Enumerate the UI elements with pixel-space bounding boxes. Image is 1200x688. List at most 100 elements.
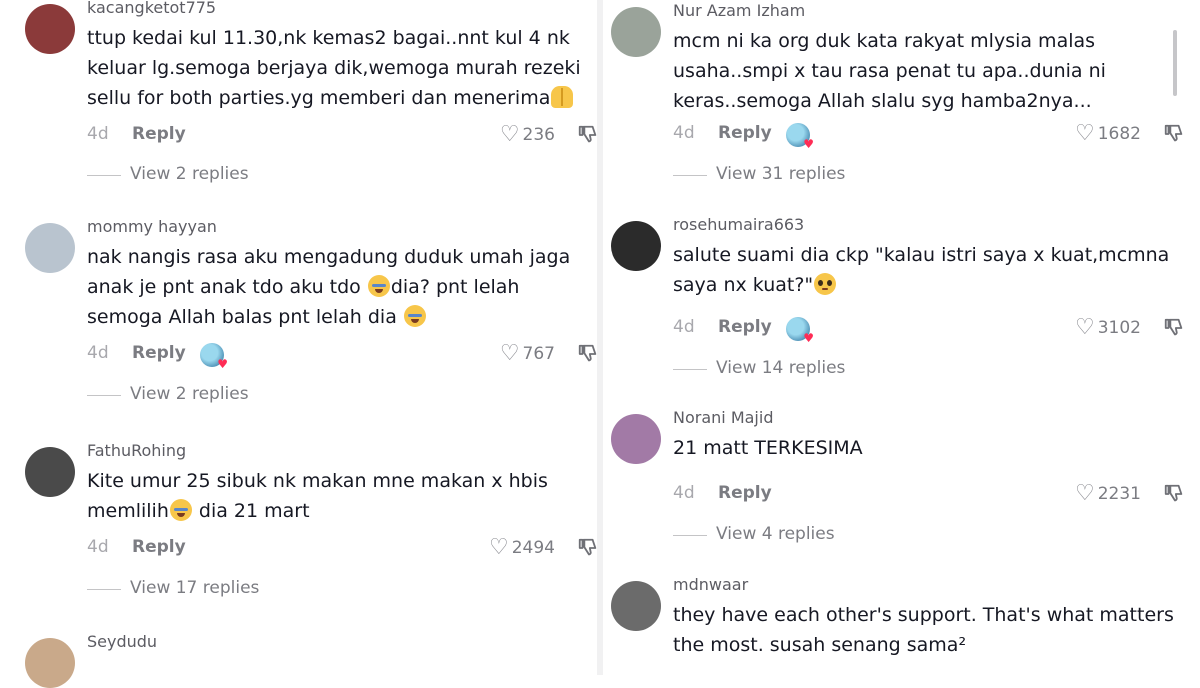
- heart-icon: ♡: [499, 122, 520, 147]
- comment-text: they have each other's support. That's w…: [673, 600, 1178, 660]
- view-replies-button[interactable]: View 4 replies: [673, 524, 973, 546]
- username[interactable]: kacangketot775: [87, 0, 216, 17]
- pleading-face-icon: [814, 273, 837, 295]
- comment-text-run: mcm ni ka org duk kata rakyat mlysia mal…: [673, 30, 1106, 112]
- dislike-icon[interactable]: [577, 537, 599, 559]
- like-button[interactable]: ♡ 2231: [1075, 483, 1141, 505]
- comment-date: 4d: [673, 317, 695, 337]
- comment-item: mommy hayyan nak nangis rasa aku mengadu…: [25, 217, 597, 413]
- view-replies-button[interactable]: View 31 replies: [673, 164, 973, 186]
- heart-icon: ♡: [1075, 121, 1095, 146]
- loudly-crying-icon: [169, 499, 192, 521]
- divider-line: [673, 369, 707, 370]
- creator-liked-icon: [786, 123, 814, 151]
- heart-icon: ♡: [1075, 481, 1095, 506]
- dislike-icon[interactable]: [1163, 123, 1185, 145]
- comment-text-run: 21 matt TERKESIMA: [673, 437, 863, 459]
- heart-icon: ♡: [489, 535, 509, 560]
- avatar[interactable]: [611, 221, 661, 271]
- comment-text: 21 matt TERKESIMA: [673, 433, 1178, 463]
- open-hands-icon: [551, 86, 574, 108]
- dislike-icon[interactable]: [1163, 317, 1185, 339]
- like-button[interactable]: ♡ 3102: [1075, 317, 1141, 339]
- comment-item: mdnwaar they have each other's support. …: [611, 575, 1174, 675]
- loudly-crying-icon: [403, 305, 426, 327]
- comment-text: mcm ni ka org duk kata rakyat mlysia mal…: [673, 26, 1178, 116]
- username[interactable]: mdnwaar: [673, 575, 748, 594]
- loudly-crying-icon: [367, 275, 390, 297]
- comment-actions: 4d Reply ♡ 236: [87, 124, 599, 148]
- column-divider: [597, 0, 603, 675]
- view-replies-button[interactable]: View 2 replies: [87, 384, 387, 406]
- comment-text-run: dia 21 mart: [192, 500, 310, 522]
- divider-line: [87, 175, 121, 176]
- reply-button[interactable]: Reply: [132, 537, 186, 557]
- like-count: 767: [522, 344, 555, 364]
- avatar[interactable]: [25, 4, 75, 54]
- like-button[interactable]: ♡ 767: [500, 343, 555, 365]
- dislike-icon[interactable]: [1163, 483, 1185, 505]
- like-button[interactable]: ♡ 2494: [489, 537, 555, 559]
- comment-date: 4d: [673, 483, 695, 503]
- username[interactable]: rosehumaira663: [673, 215, 804, 234]
- comment-item: Nur Azam Izham mcm ni ka org duk kata ra…: [611, 1, 1183, 187]
- creator-liked-icon: [786, 317, 814, 345]
- comment-actions: 4d Reply ♡767: [87, 343, 599, 371]
- heart-icon: ♡: [1075, 315, 1095, 340]
- like-count: 2494: [511, 538, 555, 558]
- divider-line: [673, 535, 707, 536]
- avatar[interactable]: [25, 447, 75, 497]
- username[interactable]: Norani Majid: [673, 408, 773, 427]
- heart-icon: ♡: [499, 341, 520, 366]
- like-button[interactable]: ♡ 236: [500, 124, 555, 146]
- username[interactable]: mommy hayyan: [87, 217, 217, 236]
- avatar[interactable]: [611, 414, 661, 464]
- scrollbar[interactable]: [1173, 30, 1177, 96]
- username[interactable]: Seydudu: [87, 632, 157, 651]
- comment-text-run: Kite umur 25 sibuk nk makan mne makan x …: [87, 470, 548, 522]
- view-replies-button[interactable]: View 2 replies: [87, 164, 387, 186]
- comment-text: Kite umur 25 sibuk nk makan mne makan x …: [87, 466, 592, 526]
- comment-actions: 4d Reply ♡1682: [673, 123, 1185, 151]
- avatar[interactable]: [25, 223, 75, 273]
- comment-text: salute suami dia ckp "kalau istri saya x…: [673, 240, 1178, 300]
- like-count: 236: [522, 125, 555, 145]
- comment-text: ttup kedai kul 11.30,nk kemas2 bagai..nn…: [87, 23, 592, 113]
- comment-actions: 4d Reply ♡3102: [673, 317, 1185, 345]
- reply-button[interactable]: Reply: [718, 483, 772, 503]
- reply-button[interactable]: Reply: [718, 317, 772, 337]
- comment-text-run: salute suami dia ckp "kalau istri saya x…: [673, 244, 1170, 296]
- comment-item: kacangketot775 ttup kedai kul 11.30,nk k…: [25, 0, 597, 186]
- reply-button[interactable]: Reply: [132, 124, 186, 144]
- comment-date: 4d: [87, 343, 109, 363]
- creator-liked-icon: [200, 343, 228, 371]
- comment-item: rosehumaira663 salute suami dia ckp "kal…: [611, 215, 1183, 386]
- comment-text-run: they have each other's support. That's w…: [673, 604, 1174, 656]
- comment-item: FathuRohing Kite umur 25 sibuk nk makan …: [25, 441, 597, 607]
- view-replies-button[interactable]: View 14 replies: [673, 358, 973, 380]
- comment-item: Seydudu: [25, 632, 585, 688]
- comment-text: nak nangis rasa aku mengadung duduk umah…: [87, 242, 592, 332]
- username[interactable]: Nur Azam Izham: [673, 1, 805, 20]
- view-replies-button[interactable]: View 17 replies: [87, 578, 387, 600]
- comment-date: 4d: [87, 537, 109, 557]
- avatar[interactable]: [611, 7, 661, 57]
- comment-actions: 4d Reply ♡ 2231: [673, 483, 1185, 507]
- dislike-icon[interactable]: [577, 343, 599, 365]
- dislike-icon[interactable]: [577, 124, 599, 146]
- comment-date: 4d: [673, 123, 695, 143]
- comment-actions: 4d Reply ♡ 2494: [87, 537, 599, 561]
- like-count: 1682: [1097, 124, 1141, 144]
- like-button[interactable]: ♡ 1682: [1075, 123, 1141, 145]
- comment-item: Norani Majid 21 matt TERKESIMA 4d Reply …: [611, 408, 1183, 554]
- like-count: 3102: [1097, 318, 1141, 338]
- divider-line: [87, 589, 121, 590]
- reply-button[interactable]: Reply: [132, 343, 186, 363]
- avatar[interactable]: [25, 638, 75, 688]
- divider-line: [673, 175, 707, 176]
- username[interactable]: FathuRohing: [87, 441, 186, 460]
- avatar[interactable]: [611, 581, 661, 631]
- comment-date: 4d: [87, 124, 109, 144]
- divider-line: [87, 395, 121, 396]
- reply-button[interactable]: Reply: [718, 123, 772, 143]
